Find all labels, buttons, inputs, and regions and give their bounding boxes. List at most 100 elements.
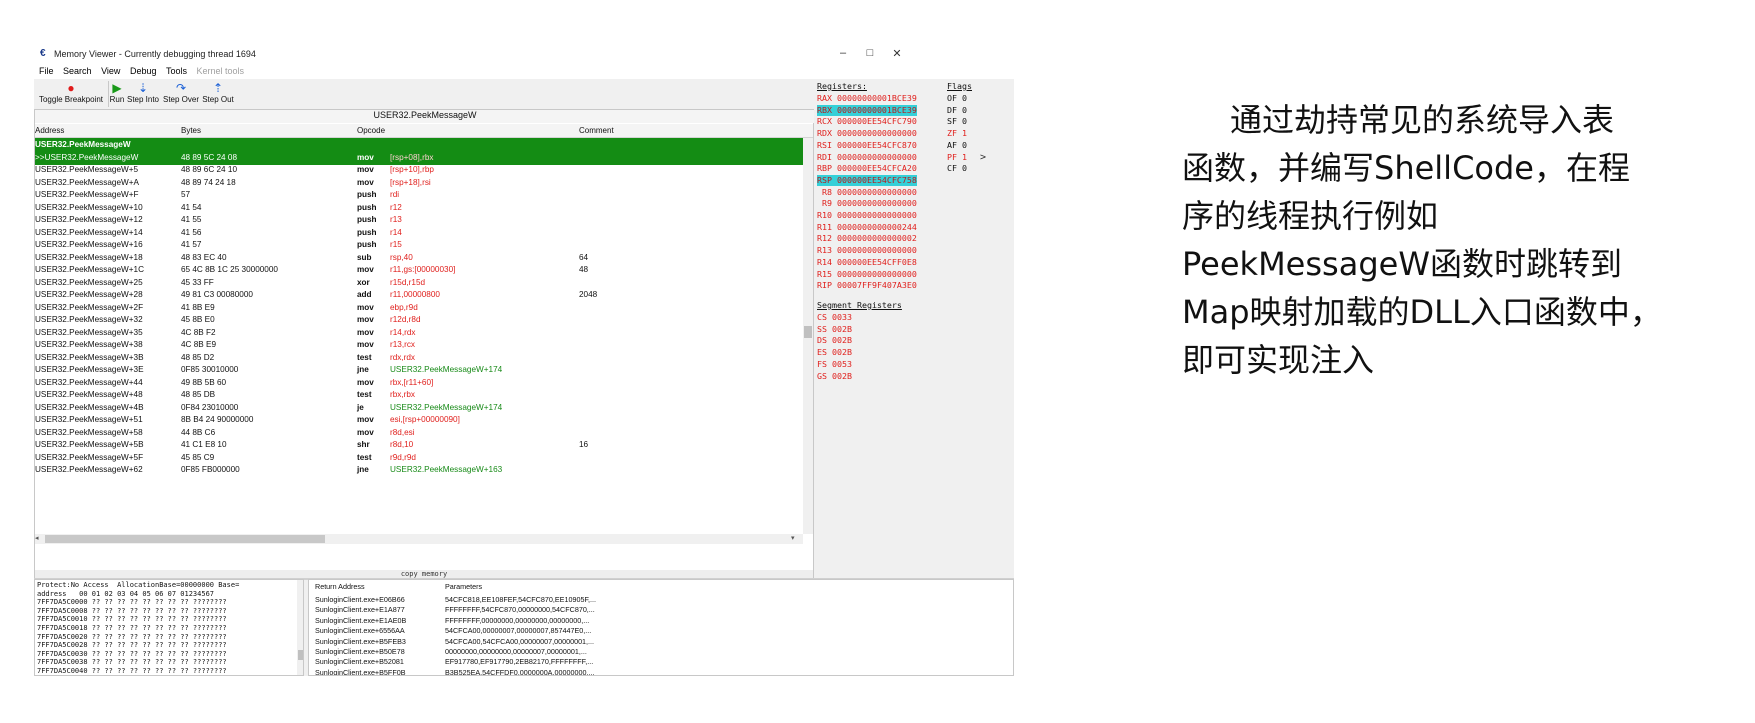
step-over-button[interactable]: ↷ Step Over: [162, 81, 200, 104]
segment-gs[interactable]: GS 002B: [817, 371, 852, 382]
disassembly-rows[interactable]: USER32.PeekMessageW >>USER32.PeekMessage…: [35, 138, 803, 534]
register-r9[interactable]: R9 0000000000000000: [817, 198, 917, 209]
register-r13[interactable]: R13 0000000000000000: [817, 245, 917, 256]
register-r15[interactable]: R15 0000000000000000: [817, 269, 917, 280]
menu-bar: File Search View Debug Tools Kernel tool…: [34, 64, 1014, 79]
run-label: Run: [109, 95, 125, 104]
hex-scrollbar[interactable]: [297, 580, 303, 675]
menu-view[interactable]: View: [101, 66, 120, 76]
scroll-left-icon[interactable]: ◂: [35, 534, 39, 542]
register-r14[interactable]: R14 000000EE54CFF0E8: [817, 257, 917, 268]
step-out-icon: ⇡: [212, 81, 224, 95]
register-rip[interactable]: RIP 00007FF9F407A3E0: [817, 280, 917, 291]
column-parameters[interactable]: Parameters: [445, 582, 482, 591]
row-bytes: 48 85 D2: [181, 352, 215, 362]
flag-df[interactable]: DF 0: [947, 105, 967, 116]
step-into-button[interactable]: ⇣ Step Into: [126, 81, 160, 104]
register-rcx[interactable]: RCX 000000EE54CFC790: [817, 116, 917, 127]
segment-es[interactable]: ES 002B: [817, 347, 852, 358]
caption-line: 即可实现注入: [1182, 341, 1375, 379]
row-opcode: mov: [357, 265, 374, 274]
stack-row[interactable]: SunloginClient.exe+B5FF0B B3B525EA,54CFFD…: [309, 667, 1009, 676]
menu-kernel-tools[interactable]: Kernel tools: [197, 66, 245, 76]
register-r10[interactable]: R10 0000000000000000: [817, 210, 917, 221]
register-rbp[interactable]: RBP 000000EE54CFCA20: [817, 163, 917, 174]
expand-icon[interactable]: >: [980, 152, 986, 163]
row-address: USER32.PeekMessageW+5: [35, 165, 139, 174]
close-button[interactable]: ✕: [886, 47, 908, 60]
stack-parameters: FFFFFFFF,00000000,00000000,00000000,...: [445, 615, 590, 625]
menu-debug[interactable]: Debug: [130, 66, 157, 76]
register-rsi[interactable]: RSI 000000EE54CFC870: [817, 140, 917, 151]
row-bytes: 48 85 DB: [181, 390, 216, 399]
register-r8[interactable]: R8 0000000000000000: [817, 187, 917, 198]
column-address[interactable]: Address: [35, 126, 64, 135]
flag-pf[interactable]: PF 1: [947, 152, 967, 163]
row-bytes: 8B B4 24 90000000: [181, 415, 254, 424]
flag-af[interactable]: AF 0: [947, 140, 967, 151]
hex-line: 7FF7DA5C0008 ?? ?? ?? ?? ?? ?? ?? ?? ???…: [37, 606, 227, 615]
row-address: USER32.PeekMessageW+12: [35, 215, 143, 224]
flags-title: Flags: [947, 81, 972, 91]
row-bytes: 57: [181, 190, 191, 199]
column-return-address[interactable]: Return Address: [315, 582, 365, 591]
row-address: USER32.PeekMessageW+4B: [35, 402, 144, 412]
register-rsp[interactable]: RSP 000000EE54CFC758: [817, 174, 917, 186]
row-address: USER32.PeekMessageW+18: [35, 252, 143, 262]
caption-line: PeekMessageW函数时跳转到: [1182, 245, 1622, 283]
scroll-thumb[interactable]: [45, 535, 325, 543]
disasm-vertical-scrollbar[interactable]: [803, 138, 813, 534]
register-r12[interactable]: R12 0000000000000002: [817, 233, 917, 244]
register-rbx[interactable]: RBX 00000000001BCE39: [817, 104, 917, 116]
segment-ss[interactable]: SS 002B: [817, 324, 852, 335]
scroll-thumb[interactable]: [804, 326, 812, 338]
column-opcode[interactable]: Opcode: [357, 126, 385, 135]
title-bar: € Memory Viewer - Currently debugging th…: [34, 44, 1014, 64]
disasm-row[interactable]: USER32.PeekMessageW+62 0F85 FB000000 jne US…: [35, 463, 803, 477]
stack-return-address: SunloginClient.exe+E06B66: [315, 595, 405, 604]
scroll-thumb[interactable]: [298, 650, 303, 660]
register-rdx[interactable]: RDX 0000000000000000: [817, 128, 917, 139]
row-operands: r14: [390, 227, 402, 237]
segment-cs[interactable]: CS 0033: [817, 312, 852, 323]
menu-file[interactable]: File: [39, 66, 54, 76]
minimize-button[interactable]: –: [832, 47, 854, 59]
register-rdi[interactable]: RDI 0000000000000000: [817, 152, 917, 163]
row-operands: r13,rcx: [390, 340, 416, 349]
menu-search[interactable]: Search: [63, 66, 92, 76]
step-out-button[interactable]: ⇡ Step Out: [201, 81, 235, 104]
column-comment[interactable]: Comment: [579, 126, 614, 135]
column-bytes[interactable]: Bytes: [181, 126, 201, 135]
row-operands: [rsp+08],rbx: [390, 152, 434, 162]
menu-tools[interactable]: Tools: [166, 66, 187, 76]
stack-parameters: 54CFC818,EE108FEF,54CFC870,EE10905F,...: [445, 595, 597, 604]
scroll-down-icon[interactable]: ▾: [791, 534, 795, 542]
segment-fs[interactable]: FS 0053: [817, 359, 852, 370]
row-address: USER32.PeekMessageW+5F: [35, 452, 144, 462]
row-comment: 48: [579, 265, 589, 274]
row-operands: r11,00000800: [390, 290, 440, 299]
register-r11[interactable]: R11 0000000000000244: [817, 222, 917, 233]
segment-ds[interactable]: DS 002B: [817, 335, 852, 346]
stack-trace-pane[interactable]: Return Address Parameters SunloginClient…: [308, 579, 1014, 676]
flag-sf[interactable]: SF 0: [947, 116, 967, 127]
row-bytes: 41 54: [181, 202, 202, 212]
hex-dump-pane[interactable]: Protect:No Access AllocationBase=0000000…: [34, 579, 304, 676]
run-button[interactable]: ▶ Run: [109, 81, 125, 104]
cheat-engine-icon: €: [40, 48, 46, 59]
row-address: USER32.PeekMessageW+38: [35, 340, 143, 349]
flag-cf[interactable]: CF 0: [947, 163, 967, 174]
maximize-button[interactable]: □: [859, 47, 881, 59]
flag-of[interactable]: OF 0: [947, 93, 967, 104]
stack-parameters: B3B525EA,54CFFDF0,0000000A,00000000,...: [445, 667, 595, 676]
toggle-breakpoint-button[interactable]: ● Toggle Breakpoint: [34, 81, 108, 104]
row-bytes: 0F85 30010000: [181, 365, 239, 374]
register-rax[interactable]: RAX 00000000001BCE39: [817, 93, 917, 104]
row-opcode: xor: [357, 277, 370, 287]
row-bytes: 65 4C 8B 1C 25 30000000: [181, 265, 278, 274]
disasm-horizontal-scrollbar[interactable]: [35, 534, 803, 544]
row-address: USER32.PeekMessageW+28: [35, 290, 143, 299]
row-bytes: 41 8B E9: [181, 302, 215, 312]
breakpoint-icon: ●: [67, 81, 75, 95]
flag-zf[interactable]: ZF 1: [947, 128, 967, 139]
